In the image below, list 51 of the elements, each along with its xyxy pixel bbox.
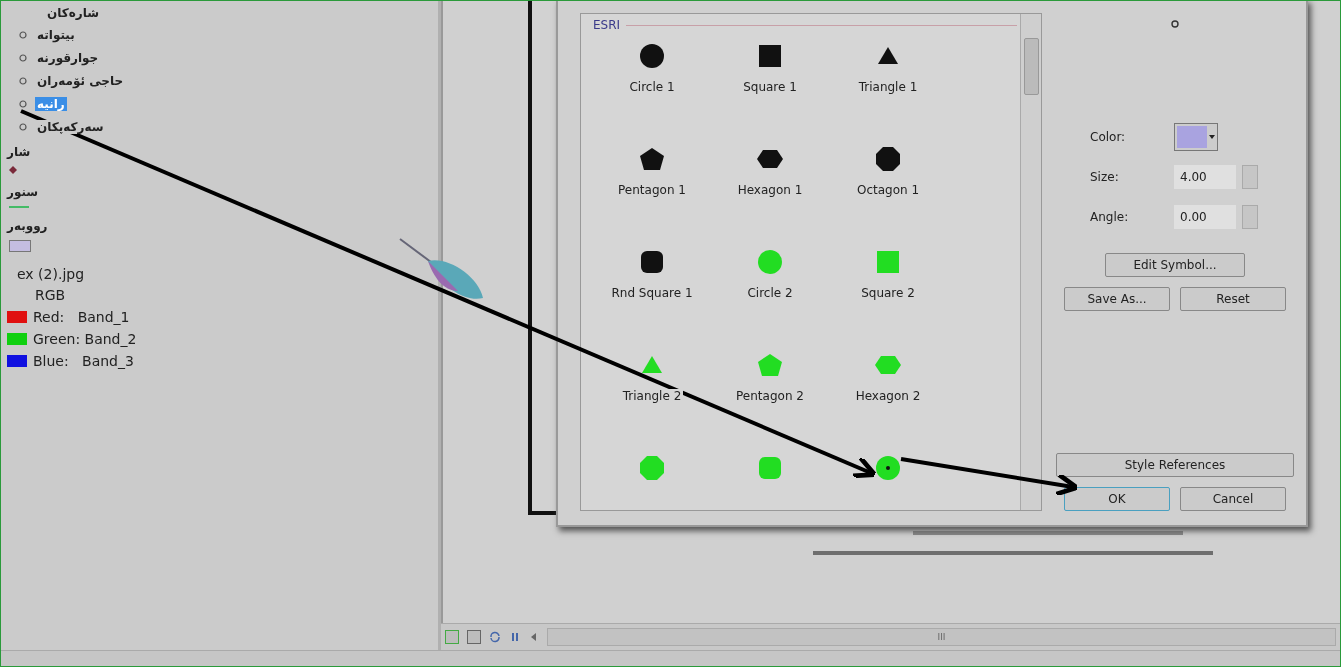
point-symbol-icon [19, 76, 27, 85]
style-references-button[interactable]: Style References [1056, 453, 1294, 477]
symbol-item[interactable]: Hexagon 1 [711, 145, 829, 248]
field-label: Size: [1090, 170, 1120, 184]
style-header: ESRI [593, 18, 621, 32]
symbol-item[interactable]: Rnd Square 1 [593, 248, 711, 351]
point-symbol-icon [19, 122, 27, 131]
layer-name[interactable]: رووبەر [7, 216, 48, 236]
color-picker[interactable] [1174, 123, 1218, 151]
symbol-item[interactable]: Triangle 2 [593, 351, 711, 454]
symbol-item[interactable]: Triangle 1 [829, 42, 947, 145]
layout-view-icon[interactable] [445, 630, 459, 644]
pause-icon[interactable] [509, 631, 521, 643]
save-as-button[interactable]: Save As... [1064, 287, 1170, 311]
category-label[interactable]: حاجی ئۆمەران [35, 73, 126, 88]
vertical-scrollbar[interactable] [1020, 14, 1041, 510]
edit-symbol-button[interactable]: Edit Symbol... [1105, 253, 1245, 277]
point-symbol-icon [19, 53, 27, 62]
reset-button[interactable]: Reset [1180, 287, 1286, 311]
category-label[interactable]: سەرکەپکان [35, 119, 106, 134]
symbol-item[interactable]: Pentagon 2 [711, 351, 829, 454]
symbol-item[interactable]: Circle 2 [711, 248, 829, 351]
field-label: Color: [1090, 130, 1127, 144]
layer-name[interactable]: سنور [7, 182, 39, 202]
band-label: Green: Band_2 [33, 331, 137, 347]
symbol-item[interactable]: Square 1 [711, 42, 829, 145]
size-input[interactable]: 4.00 [1174, 165, 1236, 189]
point-symbol-icon [19, 99, 27, 108]
symbol-item[interactable]: Square 2 [829, 248, 947, 351]
category-label[interactable]: جوارقورنە [35, 50, 101, 65]
scroll-left-icon[interactable] [529, 631, 539, 643]
symbol-item[interactable]: Hexagon 2 [829, 351, 947, 454]
raster-type-label: RGB [35, 286, 66, 305]
angle-input[interactable]: 0.00 [1174, 205, 1236, 229]
ok-button[interactable]: OK [1064, 487, 1170, 511]
symbol-preview-icon [1170, 19, 1180, 29]
caret-icon[interactable] [1209, 135, 1215, 139]
layer-name[interactable]: شارەکان [47, 3, 100, 23]
symbol-item[interactable]: Circle 1 [593, 42, 711, 145]
category-label[interactable]: بیتواتە [35, 27, 77, 42]
symbol-item[interactable]: Octagon 1 [829, 145, 947, 248]
symbol-item[interactable]: Pentagon 1 [593, 145, 711, 248]
cancel-button[interactable]: Cancel [1180, 487, 1286, 511]
band-label: Blue: Band_3 [33, 353, 134, 369]
layer-name[interactable]: ex (2).jpg [17, 264, 85, 284]
layer-name[interactable]: شار [7, 142, 31, 162]
field-label: Angle: [1090, 210, 1130, 224]
band-label: Red: Band_1 [33, 309, 130, 325]
point-symbol-icon [19, 30, 27, 39]
refresh-icon[interactable] [489, 631, 501, 643]
page-icon[interactable] [467, 630, 481, 644]
